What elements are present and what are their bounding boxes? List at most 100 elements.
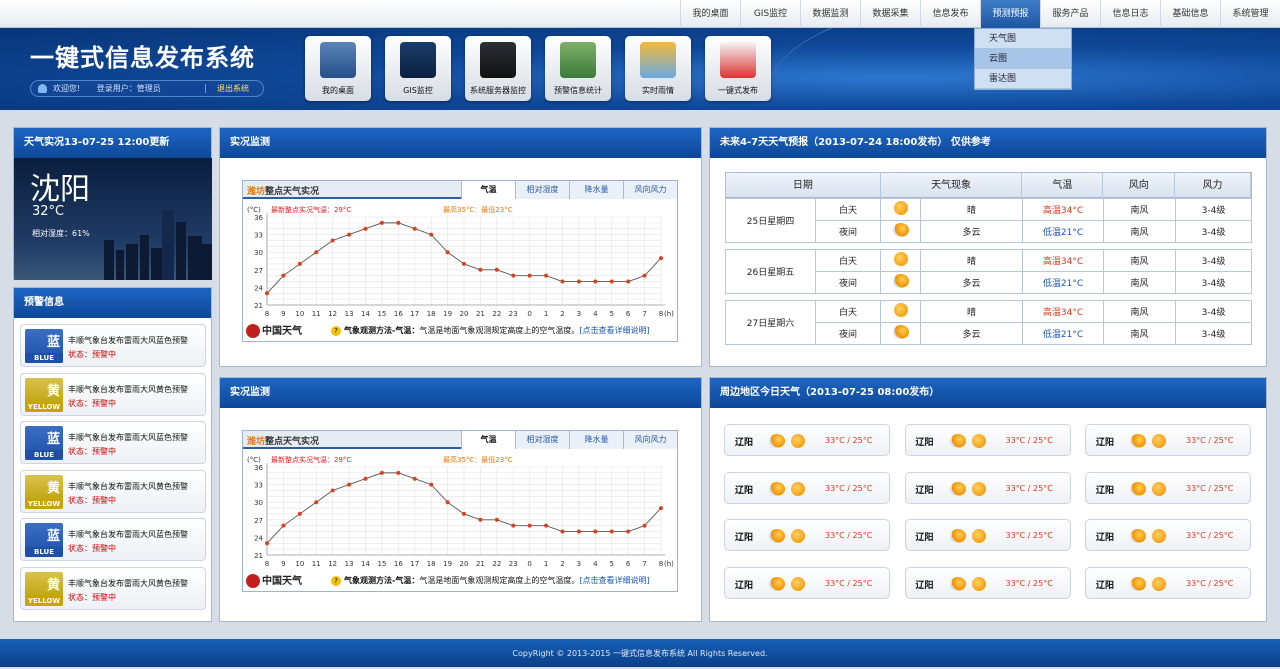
- dropdown-item-2[interactable]: 雷达图: [975, 69, 1071, 89]
- forecast-date: 25日星期四: [725, 198, 816, 243]
- x-tick-label: 22: [492, 560, 501, 568]
- x-tick-label: 1: [544, 560, 548, 568]
- forecast-col-header: 天气现象: [881, 173, 1023, 197]
- warning-item[interactable]: 黄 YELLOW 丰顺气象台发布雷雨大风黄色预警 状态：预警中: [20, 372, 206, 416]
- x-tick-label: 23: [509, 560, 518, 568]
- chart-tab-3[interactable]: 风向风力: [623, 181, 677, 199]
- help-icon: ?: [331, 576, 341, 586]
- temperature-point: [412, 226, 417, 231]
- note-detail-link[interactable]: [点击查看详细说明]: [579, 576, 649, 585]
- x-tick-label: 6: [626, 560, 631, 568]
- tile-label: 一键式发布: [718, 86, 758, 95]
- chart-tab-2[interactable]: 降水量: [569, 431, 623, 449]
- tile-globe-map[interactable]: GIS监控: [385, 36, 451, 101]
- chart-title: 潍坊整点天气实况: [247, 184, 319, 197]
- temperature-point: [544, 523, 549, 528]
- warning-item[interactable]: 蓝 BLUE 丰顺气象台发布雷雨大风蓝色预警 状态：预警中: [20, 324, 206, 367]
- nearby-temp: 33°C / 25°C: [1186, 578, 1234, 588]
- warning-item[interactable]: 蓝 BLUE 丰顺气象台发布雷雨大风蓝色预警 状态：预警中: [20, 518, 206, 561]
- dropdown-item-1[interactable]: 云图: [975, 49, 1071, 69]
- chart-stats-icon: [560, 42, 596, 78]
- forecast-period: 白天: [815, 249, 881, 272]
- note-body: 气温是地面气象观测规定高度上的空气温度。: [419, 326, 580, 335]
- chart-title-city: 潍坊: [247, 437, 266, 447]
- nav-item-7[interactable]: 信息日志: [1100, 0, 1160, 28]
- forecast-period: 夜间: [815, 220, 881, 243]
- chart-tab-0[interactable]: 气温: [461, 181, 515, 199]
- nearby-city-card[interactable]: 辽阳 33°C / 25°C: [724, 471, 890, 504]
- x-tick-label: 13: [345, 310, 354, 318]
- nav-item-2[interactable]: 数据监测: [800, 0, 860, 28]
- nav-item-1[interactable]: GIS监控: [740, 0, 800, 28]
- tile-desktop-check[interactable]: 我的桌面: [305, 36, 371, 101]
- nav-item-8[interactable]: 基础信息: [1160, 0, 1220, 28]
- forecast-wind-dir: 南风: [1103, 300, 1176, 323]
- nearby-city-card[interactable]: 辽阳 33°C / 25°C: [1085, 519, 1251, 551]
- tile-server-monitor[interactable]: 系统服务器监控: [465, 36, 531, 101]
- warning-item[interactable]: 黄 YELLOW 丰顺气象台发布雷雨大风黄色预警 状态：预警中: [20, 469, 206, 513]
- forecast-icon-cell: [880, 322, 921, 345]
- chart-tab-1[interactable]: 相对湿度: [515, 431, 569, 449]
- chart-tab-2[interactable]: 降水量: [569, 181, 623, 199]
- nav-item-6[interactable]: 服务产品: [1040, 0, 1100, 28]
- sun-icon: [1152, 481, 1166, 496]
- nearby-city-card[interactable]: 辽阳 33°C / 25°C: [904, 471, 1071, 504]
- x-tick-label: 21: [476, 560, 485, 568]
- nearby-city-card[interactable]: 辽阳 33°C / 25°C: [1085, 424, 1251, 456]
- warning-level-label: YELLOW: [25, 595, 63, 606]
- tile-label: 系统服务器监控: [470, 86, 526, 95]
- brand-text: 中国天气: [262, 576, 302, 587]
- chart-tab-3[interactable]: 风向风力: [623, 431, 677, 449]
- tile-weather-rain[interactable]: 实时雨情: [625, 36, 691, 101]
- x-tick-label: 16: [394, 310, 403, 318]
- x-tick-label: 6: [626, 310, 631, 318]
- nearby-city-card[interactable]: 辽阳 33°C / 25°C: [1085, 566, 1251, 599]
- warning-status: 状态：预警中: [68, 544, 116, 553]
- relative-humidity: 相对湿度：61%: [32, 229, 90, 238]
- chart-tab-1[interactable]: 相对湿度: [515, 181, 569, 199]
- forecast-panel: 未来4-7天天气预报（2013-07-24 18:00发布） 仅供参考 日期 天气…: [709, 127, 1267, 367]
- forecast-temp: 低温21°C: [1022, 220, 1104, 243]
- temp-range-label: 最高35°C：最低23°C: [443, 205, 513, 214]
- city-skyline-image: 沈阳 32°C 相对湿度：61%: [14, 158, 212, 280]
- chart-tab-0[interactable]: 气温: [461, 431, 515, 449]
- help-icon: ?: [331, 326, 341, 336]
- nav-item-4[interactable]: 信息发布: [920, 0, 980, 28]
- x-tick-label: 7: [642, 560, 646, 568]
- nearby-city-card[interactable]: 辽阳 33°C / 25°C: [1085, 471, 1251, 504]
- x-tick-label: 4: [593, 560, 598, 568]
- nav-item-9[interactable]: 系统管理: [1220, 0, 1280, 28]
- temp-range-label: 最高35°C：最低23°C: [443, 455, 513, 464]
- nav-item-0[interactable]: 我的桌面: [680, 0, 740, 28]
- warning-item[interactable]: 黄 YELLOW 丰顺气象台发布雷雨大风黄色预警 状态：预警中: [20, 566, 206, 610]
- dropdown-item-0[interactable]: 天气图: [975, 29, 1071, 49]
- tile-chart-stats[interactable]: 预警信息统计: [545, 36, 611, 101]
- x-tick-label: 10: [295, 560, 304, 568]
- logout-link[interactable]: 退出系统: [217, 81, 249, 96]
- server-monitor-icon: [480, 42, 516, 78]
- x-tick-label: 17: [410, 560, 419, 568]
- x-axis-label: (h): [664, 560, 674, 568]
- nearby-city-card[interactable]: 辽阳 33°C / 25°C: [724, 519, 890, 551]
- nearby-city-card[interactable]: 辽阳 33°C / 25°C: [904, 566, 1071, 599]
- nearby-city-card[interactable]: 辽阳 33°C / 25°C: [904, 424, 1071, 456]
- temperature-point: [609, 529, 614, 534]
- nav-item-5[interactable]: 预测预报: [980, 0, 1040, 28]
- tile-pencil-edit[interactable]: 一键式发布: [705, 36, 771, 101]
- warning-item[interactable]: 蓝 BLUE 丰顺气象台发布雷雨大风蓝色预警 状态：预警中: [20, 421, 206, 464]
- y-tick-label: 21: [254, 302, 263, 310]
- temperature-point: [297, 511, 302, 516]
- temperature-point: [478, 517, 483, 522]
- y-tick-label: 27: [254, 517, 263, 525]
- note-detail-link[interactable]: [点击查看详细说明]: [579, 326, 649, 335]
- nearby-city-card[interactable]: 辽阳 33°C / 25°C: [724, 424, 890, 456]
- nav-item-3[interactable]: 数据采集: [860, 0, 920, 28]
- cloud-sun-icon: [769, 434, 785, 448]
- y-axis-label: (°C): [247, 456, 261, 464]
- nearby-city-card[interactable]: 辽阳 33°C / 25°C: [904, 519, 1071, 551]
- warning-text: 丰顺气象台发布雷雨大风蓝色预警: [68, 433, 188, 442]
- warning-status: 状态：预警中: [68, 398, 116, 408]
- chart-head: 潍坊整点天气实况 气温 相对湿度 降水量 风向风力: [243, 431, 677, 449]
- forecast-date: 26日星期五: [725, 249, 816, 294]
- nearby-city-card[interactable]: 辽阳 33°C / 25°C: [724, 566, 890, 599]
